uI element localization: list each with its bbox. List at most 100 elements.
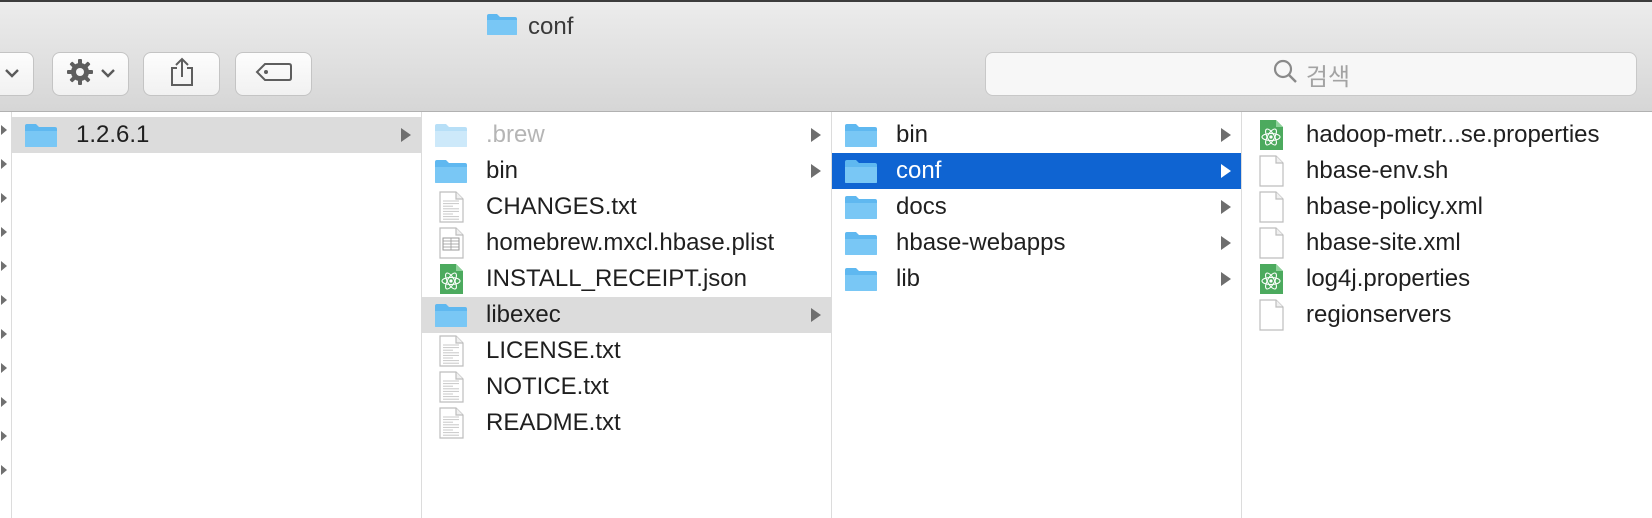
folder-row-conf[interactable]: conf [832,153,1241,189]
folder-row-brew[interactable]: .brew [422,117,831,153]
folder-row-hbase-webapps[interactable]: hbase-webapps [832,225,1241,261]
chevron-down-icon [4,65,20,83]
disclosure-triangle-icon [1221,272,1231,286]
search-icon [1272,58,1298,91]
item-label: homebrew.mxcl.hbase.plist [486,229,775,256]
atom-document-icon [1254,264,1288,294]
finder-toolbar: conf 검색 [0,0,1652,112]
folder-row-libexec[interactable]: libexec [422,297,831,333]
disclosure-triangle-icon [1221,164,1231,178]
disclosure-triangle-icon [1,159,7,169]
folder-row-bin[interactable]: bin [422,153,831,189]
item-label: bin [896,121,929,148]
blank-document-icon [1254,191,1288,223]
item-label: bin [486,157,519,184]
item-label: README.txt [486,409,621,436]
item-label: CHANGES.txt [486,193,637,220]
blank-document-icon [1254,299,1288,331]
disclosure-triangle-icon [1221,200,1231,214]
item-label: 1.2.6.1 [76,121,150,148]
file-row-hbase-policy-xml[interactable]: hbase-policy.xml [1242,189,1652,225]
text-document-icon [434,407,468,439]
file-row-changes-txt[interactable]: CHANGES.txt [422,189,831,225]
folder-row-bin[interactable]: bin [832,117,1241,153]
folder-icon [486,12,518,43]
share-button[interactable] [143,52,220,96]
atom-document-icon [434,264,468,294]
item-label: lib [896,265,921,292]
item-label: hadoop-metr...se.properties [1306,121,1600,148]
disclosure-triangle-icon [1,295,7,305]
text-document-icon [434,371,468,403]
text-document-icon [434,335,468,367]
item-label: libexec [486,301,561,328]
chevron-down-icon [100,65,116,83]
file-row-hadoop-metr-se-properties[interactable]: hadoop-metr...se.properties [1242,117,1652,153]
disclosure-triangle-icon [1221,128,1231,142]
disclosure-triangle-icon [1221,236,1231,250]
folder-icon [844,192,878,222]
item-label: regionservers [1306,301,1452,328]
folder-icon [844,264,878,294]
file-row-homebrew-mxcl-hbase-plist[interactable]: homebrew.mxcl.hbase.plist [422,225,831,261]
folder-icon [844,120,878,150]
folder-row-1-2-6-1[interactable]: 1.2.6.1 [12,117,421,153]
folder-icon [434,300,468,330]
blank-document-icon [1254,227,1288,259]
file-row-log4j-properties[interactable]: log4j.properties [1242,261,1652,297]
disclosure-triangle-icon [1,193,7,203]
column-browser: 1.2.6.1 .brew bin CHANGES.txt homebrew.m… [0,112,1652,518]
folder-icon [434,120,468,150]
file-row-install-receipt-json[interactable]: INSTALL_RECEIPT.json [422,261,831,297]
column-3: bin conf docs hbase-webapps lib [832,112,1242,518]
action-button[interactable] [52,52,129,96]
window-title-text: conf [528,13,574,40]
file-row-hbase-env-sh[interactable]: hbase-env.sh [1242,153,1652,189]
disclosure-triangle-icon [811,128,821,142]
view-options-button[interactable] [0,52,34,96]
item-label: conf [896,157,942,184]
file-row-hbase-site-xml[interactable]: hbase-site.xml [1242,225,1652,261]
disclosure-triangle-icon [1,125,7,135]
window-title: conf [486,12,573,42]
disclosure-triangle-icon [1,329,7,339]
file-row-license-txt[interactable]: LICENSE.txt [422,333,831,369]
file-row-regionservers[interactable]: regionservers [1242,297,1652,333]
item-label: LICENSE.txt [486,337,621,364]
folder-icon [434,156,468,186]
edit-tags-button[interactable] [235,52,312,96]
disclosure-triangle-icon [811,308,821,322]
plist-document-icon [434,227,468,259]
gear-icon [66,58,94,91]
text-document-icon [434,191,468,223]
item-label: hbase-webapps [896,229,1066,256]
disclosure-triangle-icon [811,164,821,178]
disclosure-triangle-icon [1,465,7,475]
column-2: .brew bin CHANGES.txt homebrew.mxcl.hbas… [422,112,832,518]
file-row-readme-txt[interactable]: README.txt [422,405,831,441]
item-label: .brew [486,121,545,148]
disclosure-triangle-icon [401,128,411,142]
folder-icon [844,156,878,186]
disclosure-triangle-icon [1,431,7,441]
atom-document-icon [1254,120,1288,150]
search-field[interactable]: 검색 [985,52,1637,96]
item-label: NOTICE.txt [486,373,609,400]
column-1: 1.2.6.1 [12,112,422,518]
file-row-notice-txt[interactable]: NOTICE.txt [422,369,831,405]
item-label: hbase-site.xml [1306,229,1461,256]
folder-icon [844,228,878,258]
disclosure-triangle-icon [1,397,7,407]
blank-document-icon [1254,155,1288,187]
share-icon [169,57,195,92]
item-label: INSTALL_RECEIPT.json [486,265,747,292]
disclosure-triangle-icon [1,363,7,373]
item-label: log4j.properties [1306,265,1471,292]
column-4: hadoop-metr...se.properties hbase-env.sh… [1242,112,1652,518]
disclosure-triangle-icon [1,227,7,237]
folder-row-lib[interactable]: lib [832,261,1241,297]
item-label: hbase-policy.xml [1306,193,1483,220]
column-parent-gutter[interactable] [0,112,12,518]
item-label: docs [896,193,947,220]
folder-row-docs[interactable]: docs [832,189,1241,225]
